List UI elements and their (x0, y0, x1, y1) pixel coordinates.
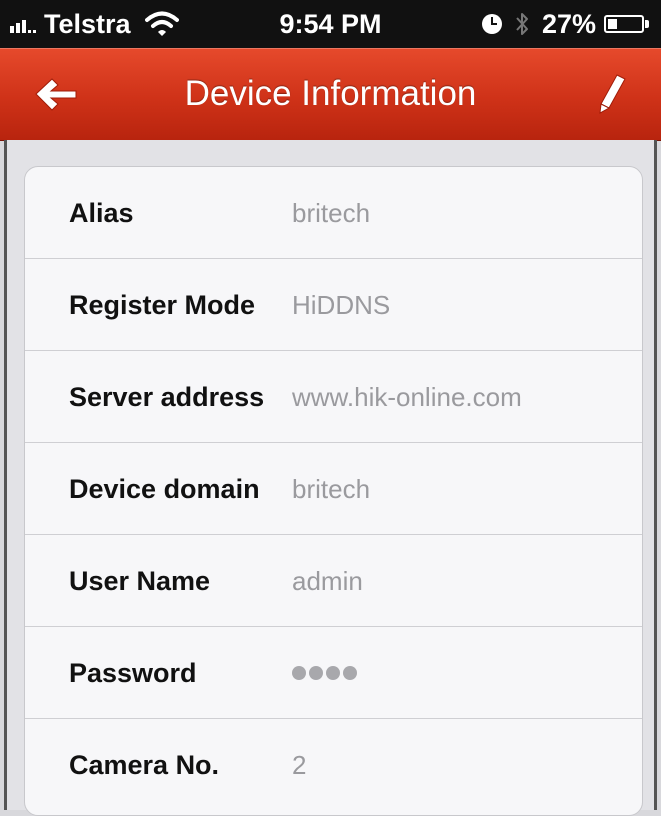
field-label: Device domain (69, 473, 260, 504)
password-dot (309, 666, 323, 680)
field-value: www.hik-online.com (292, 381, 522, 412)
battery-icon (604, 15, 644, 33)
alarm-clock-icon (481, 14, 502, 34)
edit-button[interactable] (591, 72, 631, 116)
field-label: Camera No. (69, 749, 220, 780)
field-label: Password (69, 657, 197, 688)
device-info-card: Alias britech Register Mode HiDDNS Serve… (24, 166, 643, 816)
field-row-password[interactable]: Password (25, 627, 642, 719)
page-title: Device Information (184, 74, 477, 113)
signal-icon (10, 15, 38, 33)
password-dot (343, 666, 357, 680)
password-mask (292, 627, 360, 719)
bluetooth-icon (516, 13, 528, 35)
field-row-server-address[interactable]: Server address www.hik-online.com (25, 351, 642, 443)
field-row-camera-no[interactable]: Camera No. 2 (25, 719, 642, 811)
field-label: User Name (69, 565, 211, 596)
battery-level-fill (608, 19, 617, 29)
battery-tip (645, 20, 649, 28)
field-label: Register Mode (69, 289, 256, 320)
field-label: Server address (69, 381, 265, 412)
field-row-device-domain[interactable]: Device domain britech (25, 443, 642, 535)
back-button[interactable] (32, 74, 80, 114)
navigation-bar: Device Information (0, 48, 661, 141)
carrier-name: Telstra (44, 8, 131, 39)
password-dot (326, 666, 340, 680)
wifi-icon (144, 11, 179, 36)
password-dots (292, 666, 360, 680)
battery-percent: 27% (541, 8, 596, 39)
field-value: 2 (292, 749, 307, 780)
arrow-left-icon (35, 78, 77, 111)
field-row-register-mode[interactable]: Register Mode HiDDNS (25, 259, 642, 351)
field-value: britech (292, 197, 371, 228)
field-row-user-name[interactable]: User Name admin (25, 535, 642, 627)
password-dot (292, 666, 306, 680)
status-bar: Telstra 9:54 PM 27% (0, 0, 661, 48)
field-label: Alias (69, 197, 134, 228)
field-value: britech (292, 473, 371, 504)
field-row-alias[interactable]: Alias britech (25, 167, 642, 259)
status-time: 9:54 PM (279, 8, 382, 39)
field-value: HiDDNS (292, 289, 391, 320)
field-value: admin (292, 565, 363, 596)
pencil-icon (599, 74, 626, 114)
